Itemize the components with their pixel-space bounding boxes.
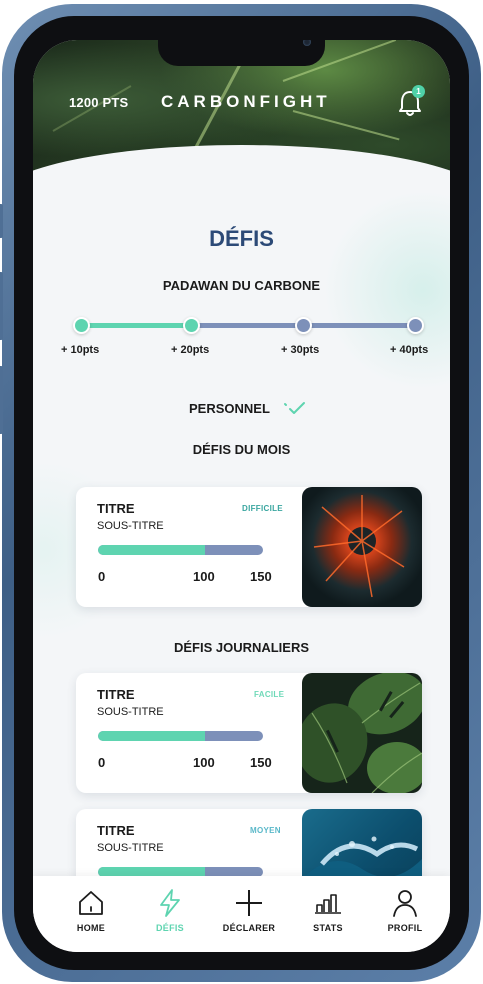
difficulty-badge: MOYEN bbox=[250, 826, 281, 835]
check-icon[interactable] bbox=[283, 400, 307, 418]
card-title: TITRE bbox=[97, 501, 135, 516]
card-title: TITRE bbox=[97, 823, 135, 838]
daily-challenges-heading: DÉFIS JOURNALIERS bbox=[173, 640, 310, 655]
progress-bar bbox=[98, 731, 263, 741]
difficulty-badge: DIFFICILE bbox=[242, 504, 283, 513]
fire-image bbox=[302, 487, 422, 607]
nav-label: PROFIL bbox=[387, 923, 423, 933]
progress-bar bbox=[98, 545, 263, 555]
nav-home[interactable]: HOME bbox=[59, 888, 123, 933]
progress-max: 150 bbox=[250, 755, 272, 770]
notch bbox=[158, 40, 325, 66]
progress-node bbox=[295, 317, 312, 334]
user-icon bbox=[393, 890, 417, 917]
notification-badge: 1 bbox=[412, 85, 425, 98]
difficulty-badge: FACILE bbox=[254, 690, 285, 699]
progress-node bbox=[73, 317, 90, 334]
app-title: CARBONFIGHT bbox=[161, 92, 331, 111]
nav-defis[interactable]: DÉFIS bbox=[138, 888, 202, 933]
card-subtitle: SOUS-TITRE bbox=[97, 706, 164, 718]
volume-up-button bbox=[0, 272, 3, 340]
monthly-challenges-heading: DÉFIS DU MOIS bbox=[192, 442, 291, 457]
progress-segment bbox=[81, 323, 191, 328]
card-title: TITRE bbox=[97, 687, 135, 702]
bar-chart-icon bbox=[315, 894, 341, 914]
mute-switch bbox=[0, 204, 3, 238]
progress-current: 100 bbox=[193, 569, 215, 584]
lightning-icon bbox=[160, 889, 180, 917]
progress-node-label: + 10pts bbox=[61, 344, 100, 356]
progress-current: 100 bbox=[193, 755, 215, 770]
monstera-image bbox=[302, 673, 422, 793]
progress-node bbox=[183, 317, 200, 334]
home-icon bbox=[79, 891, 103, 915]
progress-node-label: + 30pts bbox=[281, 344, 320, 356]
app-screen: 1200 PTS CARBONFIGHT 1 DÉFIS PADAWAN DU … bbox=[33, 40, 450, 952]
progress-max: 150 bbox=[250, 569, 272, 584]
nav-label: HOME bbox=[76, 923, 106, 933]
progress-min: 0 bbox=[98, 569, 106, 584]
page-title: DÉFIS bbox=[209, 226, 274, 251]
nav-label: STATS bbox=[313, 923, 343, 933]
nav-declarer[interactable]: DÉCLARER bbox=[217, 888, 281, 933]
personal-filter-label[interactable]: PERSONNEL bbox=[189, 401, 270, 416]
progress-node-label: + 40pts bbox=[390, 344, 429, 356]
progress-segment bbox=[303, 323, 415, 328]
plus-icon bbox=[236, 890, 262, 916]
level-title: PADAWAN DU CARBONE bbox=[162, 278, 321, 293]
nav-stats[interactable]: STATS bbox=[296, 888, 360, 933]
camera bbox=[303, 40, 311, 46]
volume-down-button bbox=[0, 366, 3, 434]
nav-profil[interactable]: PROFIL bbox=[373, 888, 437, 933]
points-counter: 1200 PTS bbox=[69, 95, 129, 110]
progress-node-label: + 20pts bbox=[171, 344, 210, 356]
progress-segment bbox=[191, 323, 303, 328]
nav-label: DÉCLARER bbox=[222, 923, 276, 933]
challenge-card[interactable]: TITRE SOUS-TITRE FACILE 0 100 150 bbox=[76, 673, 422, 793]
progress-min: 0 bbox=[98, 755, 106, 770]
card-subtitle: SOUS-TITRE bbox=[97, 842, 164, 854]
challenge-card[interactable]: TITRE SOUS-TITRE DIFFICILE 0 100 150 bbox=[76, 487, 422, 607]
nav-label: DÉFIS bbox=[155, 923, 184, 933]
bottom-nav: HOME DÉFIS DÉCLARER STATS PROFIL bbox=[33, 876, 450, 952]
card-subtitle: SOUS-TITRE bbox=[97, 520, 164, 532]
progress-node bbox=[407, 317, 424, 334]
